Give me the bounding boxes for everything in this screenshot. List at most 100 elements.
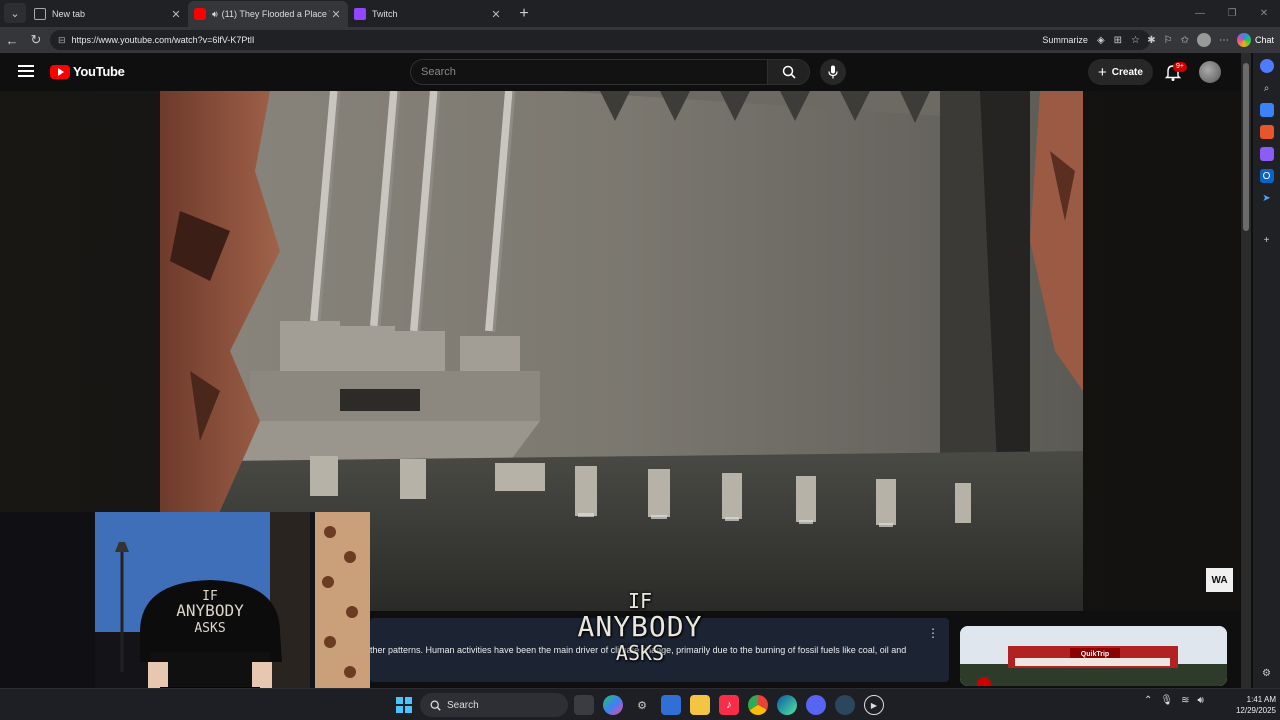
close-window-icon[interactable]: ✕ xyxy=(1248,0,1280,26)
browser-toolbar: ← ↻ ⊟ https://www.youtube.com/watch?v=6l… xyxy=(0,27,1280,53)
chat-label: Chat xyxy=(1254,35,1274,45)
system-tray: ⌃ 🎙︎ ≋ 🔊︎ xyxy=(1144,695,1204,706)
app-available-icon[interactable]: ⊞ xyxy=(1114,35,1122,46)
scrollbar-thumb[interactable] xyxy=(1243,63,1249,231)
close-tab-icon[interactable]: ✕ xyxy=(490,8,502,21)
youtube-play-icon xyxy=(50,64,70,79)
tab-list-button[interactable]: ⌄ xyxy=(4,3,26,23)
edge-sidebar: ⌕ O ➤ + ⚙ xyxy=(1253,53,1280,694)
clock-time: 1:41 AM xyxy=(1246,695,1276,704)
collections-icon[interactable]: ⚐ xyxy=(1164,35,1173,46)
edge-icon[interactable] xyxy=(777,695,797,715)
tab-twitch[interactable]: Twitch ✕ xyxy=(348,1,508,27)
taskbar-clock[interactable]: 1:41 AM 12/29/2025 xyxy=(1220,694,1276,716)
taskbar-search[interactable]: Search xyxy=(420,693,568,717)
task-view-icon[interactable] xyxy=(574,695,594,715)
caption-panel: ther patterns. Human activities have bee… xyxy=(370,618,949,682)
site-info-icon[interactable]: ⊟ xyxy=(58,35,66,46)
speaker-icon[interactable]: 🔊︎ xyxy=(212,9,218,20)
tab-title: (11) They Flooded a Place That... xyxy=(221,9,330,19)
url-text: https://www.youtube.com/watch?v=6lfV-K7P… xyxy=(71,35,255,45)
start-menu-icon[interactable] xyxy=(396,697,412,713)
search-box xyxy=(410,59,810,85)
settings-gear-icon[interactable]: ⚙ xyxy=(1260,666,1274,680)
menu-icon[interactable] xyxy=(18,65,34,77)
summarize-label[interactable]: Summarize xyxy=(1042,35,1088,45)
send-icon[interactable]: ➤ xyxy=(1260,191,1274,205)
music-app-icon[interactable]: ♪ xyxy=(719,695,739,715)
channel-watermark[interactable]: WA xyxy=(1206,568,1233,592)
notification-badge: 9+ xyxy=(1173,62,1187,72)
tools-icon[interactable] xyxy=(1259,125,1274,139)
recommended-video-card[interactable]: QuikTrip xyxy=(960,626,1227,686)
create-button[interactable]: + Create xyxy=(1088,59,1153,85)
volume-icon[interactable]: 🔊︎ xyxy=(1197,695,1203,706)
new-tab-button[interactable]: + xyxy=(512,2,536,26)
browser-tab-strip: ⌄ New tab ✕ 🔊︎ (11) They Flooded a Place… xyxy=(0,0,1280,27)
taskbar-search-label: Search xyxy=(447,699,479,711)
games-icon[interactable] xyxy=(1259,147,1274,161)
window-controls: — ❐ ✕ xyxy=(1184,0,1280,26)
copilot-icon xyxy=(1236,33,1251,47)
shopping-icon[interactable] xyxy=(1259,103,1274,117)
youtube-wordmark: YouTube xyxy=(73,64,125,79)
address-bar[interactable]: ⊟ https://www.youtube.com/watch?v=6lfV-K… xyxy=(50,30,1150,50)
tab-title: New tab xyxy=(52,9,86,19)
voice-search-button[interactable] xyxy=(820,59,846,85)
search-button[interactable] xyxy=(767,60,809,84)
store-sign-text: QuikTrip xyxy=(1081,651,1109,658)
tab-new-tab[interactable]: New tab ✕ xyxy=(28,1,188,27)
more-menu-icon[interactable]: ⋯ xyxy=(1219,35,1229,46)
hat-text-line3: ASKS xyxy=(194,621,225,636)
close-tab-icon[interactable]: ✕ xyxy=(330,8,342,21)
new-tab-icon xyxy=(34,8,46,20)
twitch-favicon-icon xyxy=(354,8,366,20)
search-icon xyxy=(782,65,796,79)
user-avatar[interactable] xyxy=(1199,61,1221,83)
profile-avatar[interactable] xyxy=(1196,33,1211,47)
outlook-icon[interactable]: O xyxy=(1259,169,1274,183)
search-sidebar-icon[interactable]: ⌕ xyxy=(1260,81,1274,95)
search-input[interactable] xyxy=(411,60,767,84)
recommended-thumbnail: QuikTrip xyxy=(960,626,1227,686)
plus-icon: + xyxy=(1098,63,1107,81)
windows-taskbar: Search ⚙ ♪ ▶ ⌃ 🎙︎ ≋ 🔊︎ 1:41 AM 12/29/202… xyxy=(0,688,1280,720)
file-explorer-icon[interactable] xyxy=(690,695,710,715)
favorite-star-icon[interactable]: ☆ xyxy=(1131,35,1140,46)
maximize-icon[interactable]: ❐ xyxy=(1216,0,1248,26)
chat-button[interactable]: Chat xyxy=(1236,33,1274,47)
minimize-icon[interactable]: — xyxy=(1184,0,1216,26)
caption-text: ther patterns. Human activities have bee… xyxy=(370,645,907,655)
extensions-area: ✱ ⚐ ✩ ⋯ Chat xyxy=(1147,27,1280,53)
tab-youtube-video[interactable]: 🔊︎ (11) They Flooded a Place That... ✕ xyxy=(188,1,348,27)
tray-overflow-icon[interactable]: ⌃ xyxy=(1144,695,1152,706)
youtube-header: YouTube + Create xyxy=(0,53,1240,91)
discord-icon[interactable] xyxy=(806,695,826,715)
youtube-logo[interactable]: YouTube xyxy=(50,64,125,79)
copilot-sidebar-icon[interactable] xyxy=(1259,59,1274,73)
chrome-icon[interactable] xyxy=(748,695,768,715)
back-arrow-icon[interactable]: ← xyxy=(0,33,24,48)
page-scrollbar[interactable] xyxy=(1241,53,1251,694)
steam-icon[interactable] xyxy=(835,695,855,715)
more-options-icon[interactable]: ⋮ xyxy=(927,626,939,640)
summarize-icon[interactable]: ◈ xyxy=(1097,35,1105,46)
store-app-icon[interactable] xyxy=(661,695,681,715)
youtube-favicon-icon xyxy=(194,8,206,20)
copilot-app-icon[interactable] xyxy=(603,695,623,715)
search-icon xyxy=(430,700,441,711)
clock-date: 12/29/2025 xyxy=(1235,706,1276,715)
taskbar-apps: ⚙ ♪ ▶ xyxy=(574,695,884,715)
wifi-icon[interactable]: ≋ xyxy=(1181,695,1189,706)
create-label: Create xyxy=(1111,66,1143,78)
media-player-icon[interactable]: ▶ xyxy=(864,695,884,715)
add-sidebar-icon[interactable]: + xyxy=(1260,233,1274,247)
reload-icon[interactable]: ↻ xyxy=(24,32,48,48)
tab-title: Twitch xyxy=(372,9,398,19)
close-tab-icon[interactable]: ✕ xyxy=(170,8,182,21)
settings-app-icon[interactable]: ⚙ xyxy=(632,695,652,715)
extensions-icon[interactable]: ✱ xyxy=(1147,35,1155,46)
favorites-icon[interactable]: ✩ xyxy=(1181,35,1189,46)
hat-text-line2: ANYBODY xyxy=(176,601,244,620)
microphone-tray-icon[interactable]: 🎙︎ xyxy=(1160,695,1173,706)
